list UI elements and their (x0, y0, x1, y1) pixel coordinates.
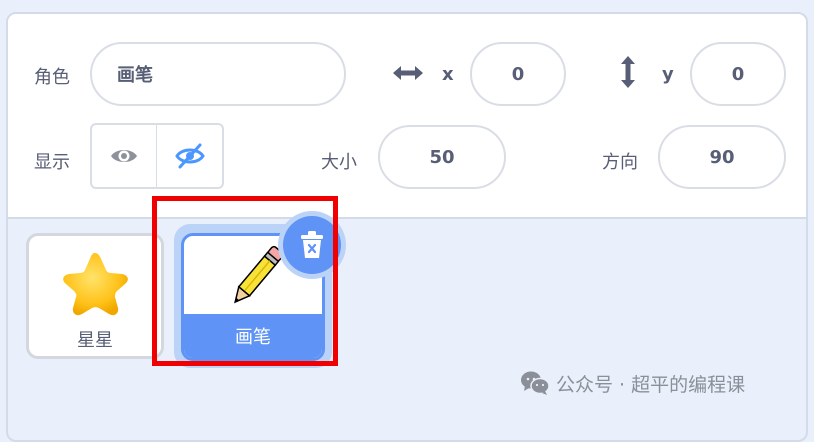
size-field[interactable]: 50 (378, 125, 506, 189)
hide-button[interactable] (156, 123, 224, 189)
show-button[interactable] (90, 123, 158, 189)
eye-slash-icon (174, 143, 205, 169)
direction-field[interactable]: 90 (658, 125, 786, 189)
show-label: 显示 (34, 152, 70, 173)
horizontal-arrows-icon (391, 63, 425, 83)
highlight-box (152, 196, 338, 366)
watermark: 公众号 · 超平的编程课 (520, 368, 745, 398)
sprite-name-field[interactable]: 画笔 (90, 42, 346, 106)
sprite-name: 星星 (77, 330, 113, 351)
y-field[interactable]: 0 (690, 42, 786, 106)
x-label: x (442, 64, 454, 85)
vertical-arrows-icon (618, 54, 638, 90)
eye-icon (110, 146, 138, 166)
wechat-icon (520, 370, 550, 396)
star-icon (59, 250, 131, 316)
y-label: y (662, 64, 674, 85)
sprite-tile-star[interactable]: 星星 (26, 233, 164, 359)
x-field[interactable]: 0 (470, 42, 566, 106)
size-label: 大小 (321, 152, 357, 173)
sprite-label: 角色 (34, 67, 70, 88)
direction-label: 方向 (602, 152, 638, 173)
watermark-text: 公众号 · 超平的编程课 (556, 373, 746, 396)
sprite-info-panel: 角色 画笔 x 0 y 0 显示 大小 50 方向 90 (8, 14, 806, 219)
